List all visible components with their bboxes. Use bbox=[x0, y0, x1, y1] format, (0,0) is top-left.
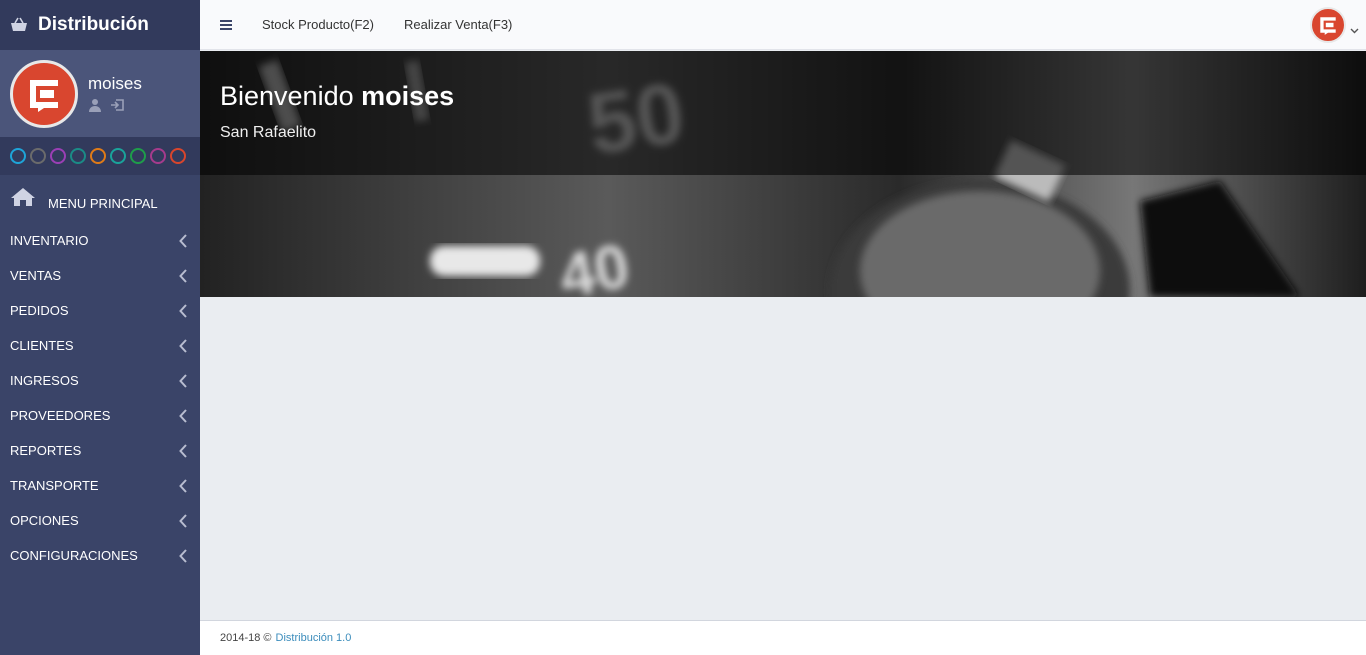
chevron-left-icon bbox=[179, 338, 188, 353]
sidebar-item-label: INGRESOS bbox=[10, 373, 79, 388]
theme-color-dot[interactable] bbox=[30, 148, 46, 164]
theme-color-dot[interactable] bbox=[70, 148, 86, 164]
sidebar-item-inventario[interactable]: INVENTARIO bbox=[0, 223, 200, 258]
sidebar-item-transporte[interactable]: TRANSPORTE bbox=[0, 468, 200, 503]
user-name: moises bbox=[88, 74, 142, 93]
top-navbar: Stock Producto(F2) Realizar Venta(F3) bbox=[200, 0, 1366, 50]
sidebar-item-label: CLIENTES bbox=[10, 338, 74, 353]
sidebar-item-clientes[interactable]: CLIENTES bbox=[0, 328, 200, 363]
nav-avatar[interactable] bbox=[1310, 7, 1346, 43]
brand-header[interactable]: Distribución bbox=[0, 0, 200, 50]
basket-icon bbox=[10, 16, 28, 34]
footer: 2014-18 © Distribución 1.0 bbox=[200, 620, 1366, 655]
welcome-username: moises bbox=[361, 81, 455, 111]
banner-digit-40: 40 bbox=[555, 232, 635, 297]
theme-color-dot[interactable] bbox=[110, 148, 126, 164]
theme-color-dot[interactable] bbox=[170, 148, 186, 164]
stock-producto-link[interactable]: Stock Producto(F2) bbox=[262, 17, 374, 32]
sidebar-item-label: INVENTARIO bbox=[10, 233, 89, 248]
sidebar-item-label: REPORTES bbox=[10, 443, 82, 458]
theme-color-dot[interactable] bbox=[150, 148, 166, 164]
logout-icon[interactable] bbox=[110, 98, 124, 112]
avatar[interactable] bbox=[10, 60, 78, 128]
menu-toggle-icon[interactable] bbox=[220, 19, 232, 30]
user-icon[interactable] bbox=[88, 98, 102, 112]
theme-color-dot[interactable] bbox=[10, 148, 26, 164]
chevron-left-icon bbox=[179, 548, 188, 563]
sidebar-item-pedidos[interactable]: PEDIDOS bbox=[0, 293, 200, 328]
sidebar-item-proveedores[interactable]: PROVEEDORES bbox=[0, 398, 200, 433]
sidebar-item-label: OPCIONES bbox=[10, 513, 79, 528]
chevron-left-icon bbox=[179, 373, 188, 388]
sidebar-item-opciones[interactable]: OPCIONES bbox=[0, 503, 200, 538]
sidebar-item-label: TRANSPORTE bbox=[10, 478, 99, 493]
chevron-left-icon bbox=[179, 233, 188, 248]
user-panel: moises bbox=[0, 50, 200, 137]
chevron-left-icon bbox=[179, 513, 188, 528]
greeting-text: Bienvenido bbox=[220, 81, 354, 111]
chevron-left-icon bbox=[179, 443, 188, 458]
welcome-heading: Bienvenido moises bbox=[220, 81, 454, 112]
sidebar-item-ventas[interactable]: VENTAS bbox=[0, 258, 200, 293]
sidebar-item-label: PEDIDOS bbox=[10, 303, 69, 318]
theme-color-dot[interactable] bbox=[90, 148, 106, 164]
sidebar-item-reportes[interactable]: REPORTES bbox=[0, 433, 200, 468]
footer-copyright: 2014-18 © bbox=[220, 632, 272, 644]
welcome-banner: 50 40 Bienvenido moises San Rafaelito bbox=[200, 51, 1366, 297]
footer-link[interactable]: Distribución 1.0 bbox=[276, 632, 352, 644]
theme-color-picker bbox=[0, 137, 200, 175]
chevron-down-icon[interactable] bbox=[1350, 19, 1359, 38]
sidebar: Distribución moises MENU PRINCIPAL INVEN… bbox=[0, 0, 200, 655]
theme-color-dot[interactable] bbox=[50, 148, 66, 164]
sidebar-item-label: CONFIGURACIONES bbox=[10, 548, 138, 563]
chevron-left-icon bbox=[179, 268, 188, 283]
chevron-left-icon bbox=[179, 303, 188, 318]
home-icon bbox=[10, 187, 36, 211]
sidebar-item-configuraciones[interactable]: CONFIGURACIONES bbox=[0, 538, 200, 573]
menu-principal-label: MENU PRINCIPAL bbox=[48, 195, 158, 211]
menu-principal[interactable]: MENU PRINCIPAL bbox=[0, 175, 200, 223]
theme-color-dot[interactable] bbox=[130, 148, 146, 164]
brand-title: Distribución bbox=[38, 14, 149, 35]
chevron-left-icon bbox=[179, 478, 188, 493]
sidebar-item-label: VENTAS bbox=[10, 268, 62, 283]
sidebar-item-ingresos[interactable]: INGRESOS bbox=[0, 363, 200, 398]
chevron-left-icon bbox=[179, 408, 188, 423]
location-text: San Rafaelito bbox=[220, 124, 317, 141]
sidebar-menu: INVENTARIO VENTAS PEDIDOS CLIENTES INGRESOS P… bbox=[0, 223, 200, 573]
sidebar-item-label: PROVEEDORES bbox=[10, 408, 111, 423]
realizar-venta-link[interactable]: Realizar Venta(F3) bbox=[404, 17, 512, 32]
